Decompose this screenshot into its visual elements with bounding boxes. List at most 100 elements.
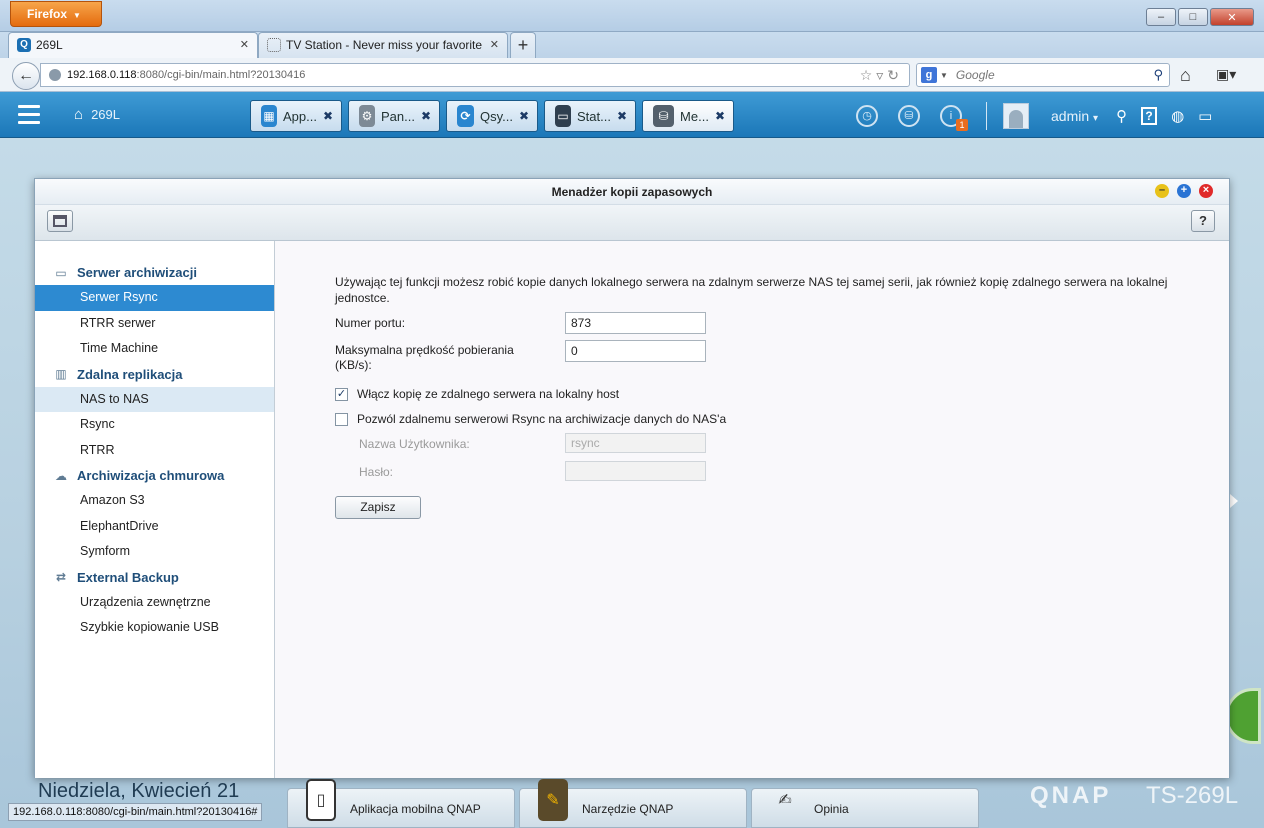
app-tab-3[interactable]: ▭ Stat... ✖ (544, 100, 636, 132)
username-input[interactable]: rsync (565, 433, 706, 453)
replication-icon: ▥ (55, 367, 67, 381)
sidebar-item[interactable]: RTRR (35, 438, 274, 464)
firefox-menu-button[interactable]: Firefox ▼ (10, 1, 102, 27)
qnap-favicon-icon: Q (17, 38, 31, 52)
maximize-icon[interactable]: + (1177, 184, 1191, 198)
search-box[interactable]: g ▼ Google ⚲ (916, 63, 1170, 87)
sidebar-section-label: External Backup (77, 569, 179, 585)
divider (986, 102, 987, 130)
dock-item[interactable]: ▯ Aplikacja mobilna QNAP (287, 779, 515, 828)
external-device-icon[interactable]: ⛁ (898, 105, 920, 127)
app-tab-1[interactable]: ⚙ Pan... ✖ (348, 100, 440, 132)
app-tab-label: App... (282, 108, 317, 124)
dock-item[interactable]: ✍ Opinia (751, 788, 979, 828)
minimize-button[interactable]: – (1146, 8, 1176, 26)
nas-home-link[interactable]: ⌂ 269L (74, 106, 120, 123)
close-app-tab-icon[interactable]: ✖ (519, 109, 529, 123)
toggle-sidebar-button[interactable] (47, 210, 73, 232)
close-tab-icon[interactable]: ✕ (490, 38, 499, 51)
username: admin (1051, 108, 1090, 124)
sidebar-section-label: Serwer archiwizacji (77, 265, 197, 280)
background-tasks-icon[interactable]: ◷ (856, 105, 878, 127)
sidebar-section-heading: ▭ Serwer archiwizacji (35, 260, 274, 285)
sidebar-item[interactable]: Time Machine (35, 336, 274, 362)
new-tab-button[interactable]: + (510, 32, 536, 58)
main-menu-icon[interactable] (14, 102, 44, 128)
chevron-down-icon: ▾ (1093, 113, 1099, 124)
globe-icon (49, 69, 61, 81)
sidebar-item[interactable]: Urządzenia zewnętrzne (35, 590, 274, 616)
google-engine-icon[interactable]: g (921, 67, 937, 83)
close-app-tab-icon[interactable]: ✖ (421, 109, 431, 123)
search-icon[interactable]: ⚲ (1153, 67, 1163, 83)
sidebar-item[interactable]: Szybkie kopiowanie USB (35, 615, 274, 641)
allow-rsync-backup-row[interactable]: Pozwól zdalnemu serwerowi Rsync na archi… (335, 412, 726, 426)
tab-label: 269L (36, 38, 63, 52)
window-body: ▭ Serwer archiwizacji Serwer Rsync RTRR ser… (35, 241, 1229, 778)
enable-remote-backup-checkbox[interactable]: ✓ (335, 387, 348, 401)
app-tab-0[interactable]: ▦ App... ✖ (250, 100, 342, 132)
qnap-topbar: ⌂ 269L ▦ App... ✖ ⚙ Pan... ✖ ⟳ Qsy... ✖ ▭ Stat... ✖… (0, 92, 1264, 138)
bookmark-star-icon[interactable]: ☆▿↻ (860, 67, 903, 84)
sidebar-item[interactable]: RTRR serwer (35, 311, 274, 337)
port-input[interactable]: 873 (565, 312, 706, 334)
chevron-down-icon: ▼ (73, 11, 81, 20)
sidebar-item[interactable]: Rsync (35, 412, 274, 438)
language-globe-icon[interactable]: ◍ (1171, 107, 1184, 125)
browser-tab-tv-station[interactable]: TV Station - Never miss your favorite ..… (258, 32, 508, 58)
allow-rsync-backup-checkbox[interactable] (335, 412, 348, 426)
browser-status-bar: 192.168.0.118:8080/cgi-bin/main.html?201… (8, 803, 263, 821)
close-app-tab-icon[interactable]: ✖ (617, 109, 627, 123)
user-avatar[interactable] (1003, 103, 1029, 129)
help-icon[interactable]: ? (1141, 107, 1158, 125)
sidebar-section-heading: ☁ Archiwizacja chmurowa (35, 463, 274, 488)
home-icon: ⌂ (74, 106, 84, 123)
firefox-menu-label: Firefox (27, 7, 68, 21)
minimize-icon[interactable]: – (1155, 184, 1169, 198)
back-arrow-icon[interactable]: ← (12, 62, 40, 90)
close-app-tab-icon[interactable]: ✖ (323, 109, 333, 123)
sidebar-item[interactable]: ElephantDrive (35, 514, 274, 540)
password-input[interactable] (565, 461, 706, 481)
bookmarks-menu-icon[interactable]: ▣▾ (1216, 66, 1236, 83)
apps-grid-icon: ▦ (261, 105, 277, 127)
close-tab-icon[interactable]: ✕ (240, 38, 249, 51)
app-tab-2[interactable]: ⟳ Qsy... ✖ (446, 100, 538, 132)
max-speed-input[interactable]: 0 (565, 340, 706, 362)
close-window-button[interactable]: ✕ (1210, 8, 1254, 26)
password-label: Hasło: (359, 465, 394, 479)
home-icon[interactable]: ⌂ (1180, 65, 1191, 86)
dock-item[interactable]: ✎ Narzędzie QNAP (519, 779, 747, 828)
browser-navbar: ← 192.168.0.118:8080/cgi-bin/main.html?2… (0, 58, 1264, 92)
search-icon[interactable]: ⚲ (1116, 107, 1127, 125)
feedback-pen-icon: ✍ (778, 792, 792, 809)
enable-remote-backup-row[interactable]: ✓ Włącz kopię ze zdalnego serwera na lok… (335, 387, 619, 401)
username-label: Nazwa Użytkownika: (359, 437, 470, 451)
app-tab-4[interactable]: ⛁ Me... ✖ (642, 100, 734, 132)
save-button[interactable]: Zapisz (335, 496, 421, 519)
sidebar-item[interactable]: Amazon S3 (35, 488, 274, 514)
allow-rsync-backup-label: Pozwól zdalnemu serwerowi Rsync na archi… (357, 412, 727, 426)
browser-tab-269l[interactable]: Q 269L ✕ (8, 32, 258, 58)
open-app-tabs: ▦ App... ✖ ⚙ Pan... ✖ ⟳ Qsy... ✖ ▭ Stat... ✖ ⛁ Me... ✖ (250, 100, 734, 132)
max-speed-label: Maksymalna prędkość pobierania (KB/s): (335, 343, 514, 372)
maximize-button[interactable]: □ (1178, 8, 1208, 26)
window-titlebar[interactable]: Menadżer kopii zapasowych – + × (35, 179, 1229, 205)
chevron-down-icon[interactable]: ▼ (940, 71, 948, 80)
dock-item-label: Aplikacja mobilna QNAP (350, 802, 481, 816)
dock-item-label: Narzędzie QNAP (582, 802, 674, 816)
sidebar-item[interactable]: Symform (35, 539, 274, 565)
search-placeholder: Google (955, 68, 995, 82)
help-button[interactable]: ? (1191, 210, 1215, 232)
close-icon[interactable]: × (1199, 184, 1213, 198)
user-menu[interactable]: admin ▾ (1051, 108, 1098, 124)
sidebar-item[interactable]: Serwer Rsync (35, 285, 274, 311)
url-bar[interactable]: 192.168.0.118:8080/cgi-bin/main.html?201… (40, 63, 910, 87)
port-label: Numer portu: (335, 316, 406, 330)
next-desktop-arrow-icon[interactable] (1230, 494, 1238, 508)
close-app-tab-icon[interactable]: ✖ (715, 109, 725, 123)
event-notification-icon[interactable]: i1 (940, 105, 968, 131)
desktop-preferences-icon[interactable]: ▭ (1198, 107, 1212, 125)
sidebar-item[interactable]: NAS to NAS (35, 386, 274, 412)
panel-layout-icon (53, 215, 67, 227)
